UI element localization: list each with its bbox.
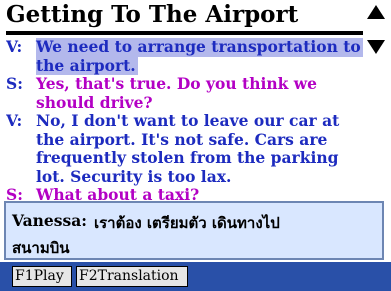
dialog-text: should drive? <box>36 92 153 112</box>
dialog-text: No, I don't want to leave our car at <box>36 111 340 130</box>
translation-text-line1: เราต้อง เตรียมตัว เดินทางไป <box>94 214 280 232</box>
translation-box: Vanessa: เราต้อง เตรียมตัว เดินทางไป สนา… <box>4 201 384 260</box>
dialog-line[interactable]: frequently stolen from the parking <box>6 148 366 168</box>
page-title: Getting To The Airport <box>6 1 299 28</box>
translation-text-line2: สนามบิน <box>12 239 70 257</box>
speaker-label: V: <box>6 111 23 130</box>
translation-button[interactable]: F2Translation <box>76 266 188 287</box>
dialog-text: the airport. <box>36 55 138 75</box>
dialog-text: Yes, that's true. Do you think we <box>36 74 317 93</box>
dialog-line[interactable]: S: Yes, that's true. Do you think we <box>6 74 366 94</box>
dialog-text: lot. Security is too lax. <box>36 166 232 186</box>
scroll-down-icon[interactable] <box>367 40 385 54</box>
dialog-line[interactable]: the airport. <box>6 55 366 75</box>
speaker-label: V: <box>6 38 23 56</box>
dialog-line[interactable]: should drive? <box>6 92 366 113</box>
translation-speaker: Vanessa: <box>12 211 87 230</box>
dialog-line[interactable]: V: No, I don't want to leave our car at <box>6 111 366 131</box>
dialog-text: What about a taxi? <box>36 185 200 200</box>
title-divider <box>6 31 363 35</box>
scroll-up-icon[interactable] <box>367 5 385 19</box>
dialog-list[interactable]: V: We need to arrange transportation to … <box>6 38 366 200</box>
dialog-text: the airport. It's not safe. Cars are <box>36 129 328 149</box>
dialog-line[interactable]: the airport. It's not safe. Cars are <box>6 129 366 150</box>
play-button[interactable]: F1Play <box>12 266 72 287</box>
dialog-line[interactable]: lot. Security is too lax. <box>6 166 366 187</box>
dialog-text: We need to arrange transportation to <box>36 38 363 57</box>
speaker-label: S: <box>6 185 23 200</box>
dialog-line[interactable]: V: We need to arrange transportation to <box>6 38 366 57</box>
dialog-line[interactable]: S: What about a taxi? <box>6 185 366 200</box>
dialog-text: frequently stolen from the parking <box>36 148 339 167</box>
speaker-label: S: <box>6 74 23 93</box>
